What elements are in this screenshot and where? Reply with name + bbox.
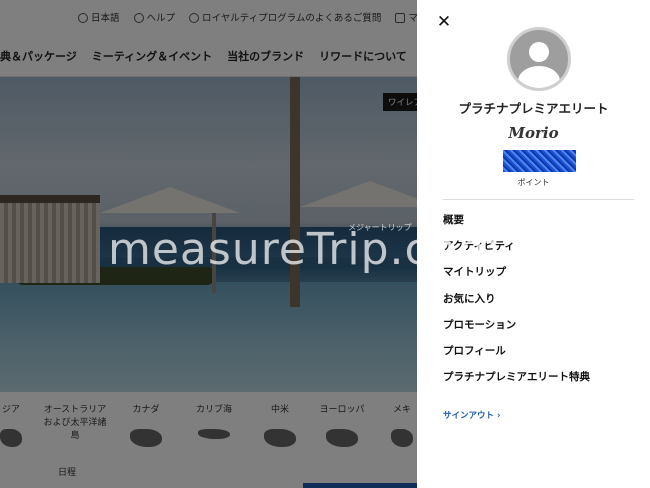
avatar xyxy=(507,27,571,91)
watermark: measureTrip.com xyxy=(108,224,502,275)
avatar-body xyxy=(518,66,560,88)
points-value-redacted xyxy=(503,150,576,172)
tier-title: プラチナプレミアエリート xyxy=(458,101,609,116)
signout-link[interactable]: サインアウト › xyxy=(443,409,500,421)
menu-item-profile[interactable]: プロフィール xyxy=(443,343,590,369)
menu-item-tier-benefits[interactable]: プラチナプレミアエリート特典 xyxy=(443,369,590,395)
divider xyxy=(443,199,634,200)
watermark-sub: メジャートリップ xyxy=(348,223,412,232)
menu-item-favorites[interactable]: お気に入り xyxy=(443,291,590,317)
avatar-head xyxy=(529,42,549,62)
menu-item-promotions[interactable]: プロモーション xyxy=(443,317,590,343)
member-name: Morio xyxy=(508,124,559,142)
points-label: ポイント xyxy=(517,178,550,187)
close-icon[interactable]: ✕ xyxy=(434,12,454,32)
